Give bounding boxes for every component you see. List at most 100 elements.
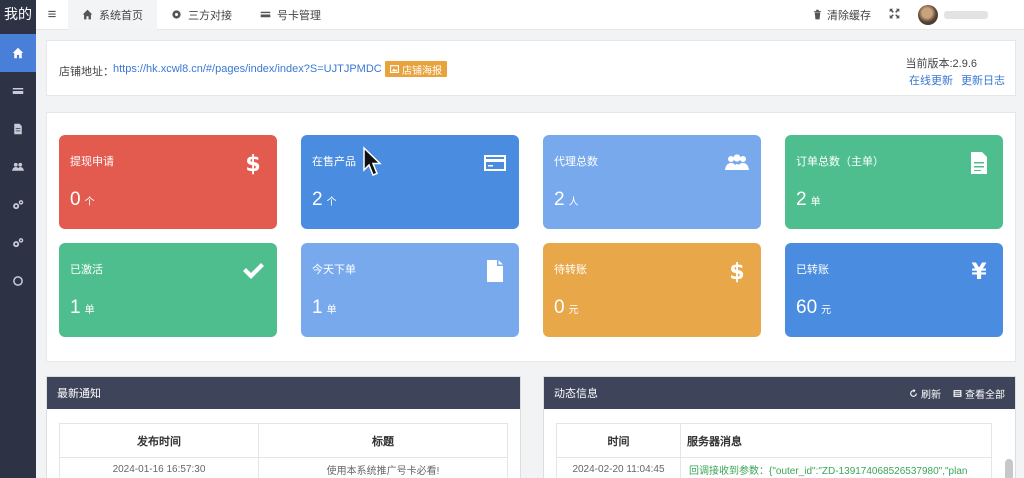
yen-icon: ¥ bbox=[971, 260, 987, 283]
card-unit: 单 bbox=[810, 197, 821, 208]
server-message: 回调接收到参数：{"outer_id":"ZD-1391740685265379… bbox=[680, 457, 992, 478]
card-title: 已转账 bbox=[796, 264, 829, 276]
column-header: 时间 bbox=[556, 423, 681, 458]
trash-icon bbox=[814, 9, 821, 20]
card-title: 代理总数 bbox=[554, 156, 598, 168]
users-icon bbox=[725, 154, 749, 170]
notice-panel-title: 最新通知 bbox=[57, 388, 101, 400]
tab-label: 系统首页 bbox=[99, 9, 143, 22]
notice-date: 2024-01-16 16:57:30 bbox=[59, 457, 259, 478]
card-icon bbox=[260, 11, 271, 18]
svg-text:$: $ bbox=[729, 260, 744, 283]
card-unit: 单 bbox=[326, 305, 337, 316]
table-row[interactable]: 2024-02-20 11:04:45 回调接收到参数：{"outer_id":… bbox=[556, 457, 992, 478]
view-all-label: 查看全部 bbox=[965, 389, 1005, 401]
sidebar-item-config[interactable] bbox=[0, 224, 36, 262]
notice-panel-header: 最新通知 bbox=[47, 377, 520, 409]
card-withdrawal-requests[interactable]: 提现申请 0个 $ bbox=[59, 135, 277, 229]
file-icon bbox=[971, 152, 987, 174]
svg-text:$: $ bbox=[245, 152, 260, 175]
tab-home[interactable]: 系统首页 bbox=[68, 0, 157, 30]
file-icon bbox=[487, 260, 503, 282]
card-value: 2 bbox=[796, 189, 807, 210]
table-row[interactable]: 2024-01-16 16:57:30 使用本系统推广号卡必看! bbox=[59, 457, 508, 478]
card-value: 0 bbox=[554, 297, 565, 318]
brand-logo: 我的 bbox=[4, 7, 32, 23]
card-title: 待转账 bbox=[554, 264, 587, 276]
card-title: 今天下单 bbox=[312, 264, 356, 276]
card-unit: 人 bbox=[568, 197, 579, 208]
top-bar: ≡ 系统首页 三方对接 号卡管理 清除缓存 bbox=[36, 0, 1024, 30]
card-total-orders[interactable]: 订单总数（主单） 2单 bbox=[785, 135, 1003, 229]
home-icon bbox=[82, 9, 93, 20]
cogs-icon bbox=[13, 200, 24, 210]
card-orders-today[interactable]: 今天下单 1单 bbox=[301, 243, 519, 337]
clear-cache-button[interactable]: 清除缓存 bbox=[812, 7, 871, 23]
sidebar-item-users[interactable] bbox=[0, 148, 36, 186]
card-unit: 单 bbox=[84, 305, 95, 316]
sidebar-item-cards[interactable] bbox=[0, 72, 36, 110]
card-title: 在售产品 bbox=[312, 156, 356, 168]
sidebar-item-home[interactable] bbox=[0, 34, 36, 72]
card-value: 1 bbox=[312, 297, 323, 318]
column-header: 服务器消息 bbox=[680, 423, 992, 458]
store-poster-button[interactable]: 店铺海报 bbox=[385, 61, 447, 77]
card-transferred[interactable]: 已转账 60 元 ¥ bbox=[785, 243, 1003, 337]
mouse-cursor-icon bbox=[363, 146, 382, 176]
users-icon bbox=[12, 162, 24, 171]
activity-panel-header: 动态信息 刷新 查看全部 bbox=[544, 377, 1015, 409]
column-header: 发布时间 bbox=[59, 423, 259, 458]
dollar-icon: $ bbox=[729, 260, 744, 283]
username-blurred[interactable] bbox=[944, 10, 988, 19]
tab-label: 三方对接 bbox=[188, 9, 232, 22]
column-header: 标题 bbox=[258, 423, 508, 458]
card-title: 订单总数（主单） bbox=[796, 156, 884, 168]
sidebar-item-documents[interactable] bbox=[0, 110, 36, 148]
card-unit: 元 bbox=[568, 305, 579, 316]
notice-table: 发布时间 标题 2024-01-16 16:57:30 使用本系统推广号卡必看! bbox=[59, 423, 508, 478]
gear-icon bbox=[172, 10, 181, 19]
card-activated[interactable]: 已激活 1单 bbox=[59, 243, 277, 337]
tab-card-management[interactable]: 号卡管理 bbox=[246, 0, 335, 30]
activity-time: 2024-02-20 11:04:45 bbox=[556, 457, 681, 478]
clear-cache-label: 清除缓存 bbox=[827, 9, 871, 22]
card-pending-transfer[interactable]: 待转账 0元 $ bbox=[543, 243, 761, 337]
sidebar-item-settings[interactable] bbox=[0, 186, 36, 224]
store-url-link[interactable]: https://hk.xcwl8.cn/#/pages/index/index?… bbox=[113, 63, 382, 75]
poster-label: 店铺海报 bbox=[402, 65, 442, 77]
fullscreen-icon[interactable] bbox=[889, 8, 900, 22]
online-update-link[interactable]: 在线更新 bbox=[909, 72, 953, 88]
card-unit: 元 bbox=[821, 305, 832, 316]
document-icon bbox=[14, 123, 22, 135]
refresh-icon bbox=[910, 388, 917, 397]
card-total-agents[interactable]: 代理总数 2人 bbox=[543, 135, 761, 229]
avatar[interactable] bbox=[918, 4, 938, 25]
image-icon bbox=[390, 65, 399, 73]
refresh-button[interactable]: 刷新 bbox=[909, 386, 941, 401]
home-icon bbox=[12, 47, 24, 59]
changelog-link[interactable]: 更新日志 bbox=[961, 72, 1005, 88]
notice-title[interactable]: 使用本系统推广号卡必看! bbox=[258, 457, 508, 478]
card-products-on-sale[interactable]: 在售产品 2个 bbox=[301, 135, 519, 229]
card-value: 2 bbox=[554, 189, 565, 210]
activity-panel: 动态信息 刷新 查看全部 时间 服务器消息 2024-02-20 11:04:4… bbox=[543, 376, 1016, 478]
store-info-panel: 店铺地址： https://hk.xcwl8.cn/#/pages/index/… bbox=[46, 40, 1016, 96]
card-unit: 个 bbox=[326, 197, 337, 208]
notice-panel: 最新通知 发布时间 标题 2024-01-16 16:57:30 使用本系统推广… bbox=[46, 376, 521, 478]
tab-label: 号卡管理 bbox=[277, 9, 321, 22]
dollar-icon: $ bbox=[245, 152, 260, 175]
tab-third-party[interactable]: 三方对接 bbox=[157, 0, 246, 30]
card-value: 0 bbox=[70, 189, 81, 210]
card-value: 2 bbox=[312, 189, 323, 210]
card-icon bbox=[12, 88, 24, 94]
view-all-button[interactable]: 查看全部 bbox=[953, 386, 1005, 401]
version-text: 当前版本:2.9.6 bbox=[905, 58, 977, 70]
sidebar-item-other[interactable] bbox=[0, 262, 36, 300]
menu-toggle-icon[interactable]: ≡ bbox=[36, 6, 68, 23]
list-icon bbox=[953, 389, 962, 397]
activity-panel-title: 动态信息 bbox=[554, 388, 598, 400]
scrollbar[interactable] bbox=[1005, 459, 1013, 478]
card-title: 提现申请 bbox=[70, 156, 114, 168]
activity-table: 时间 服务器消息 2024-02-20 11:04:45 回调接收到参数：{"o… bbox=[556, 423, 992, 478]
refresh-label: 刷新 bbox=[921, 389, 941, 401]
